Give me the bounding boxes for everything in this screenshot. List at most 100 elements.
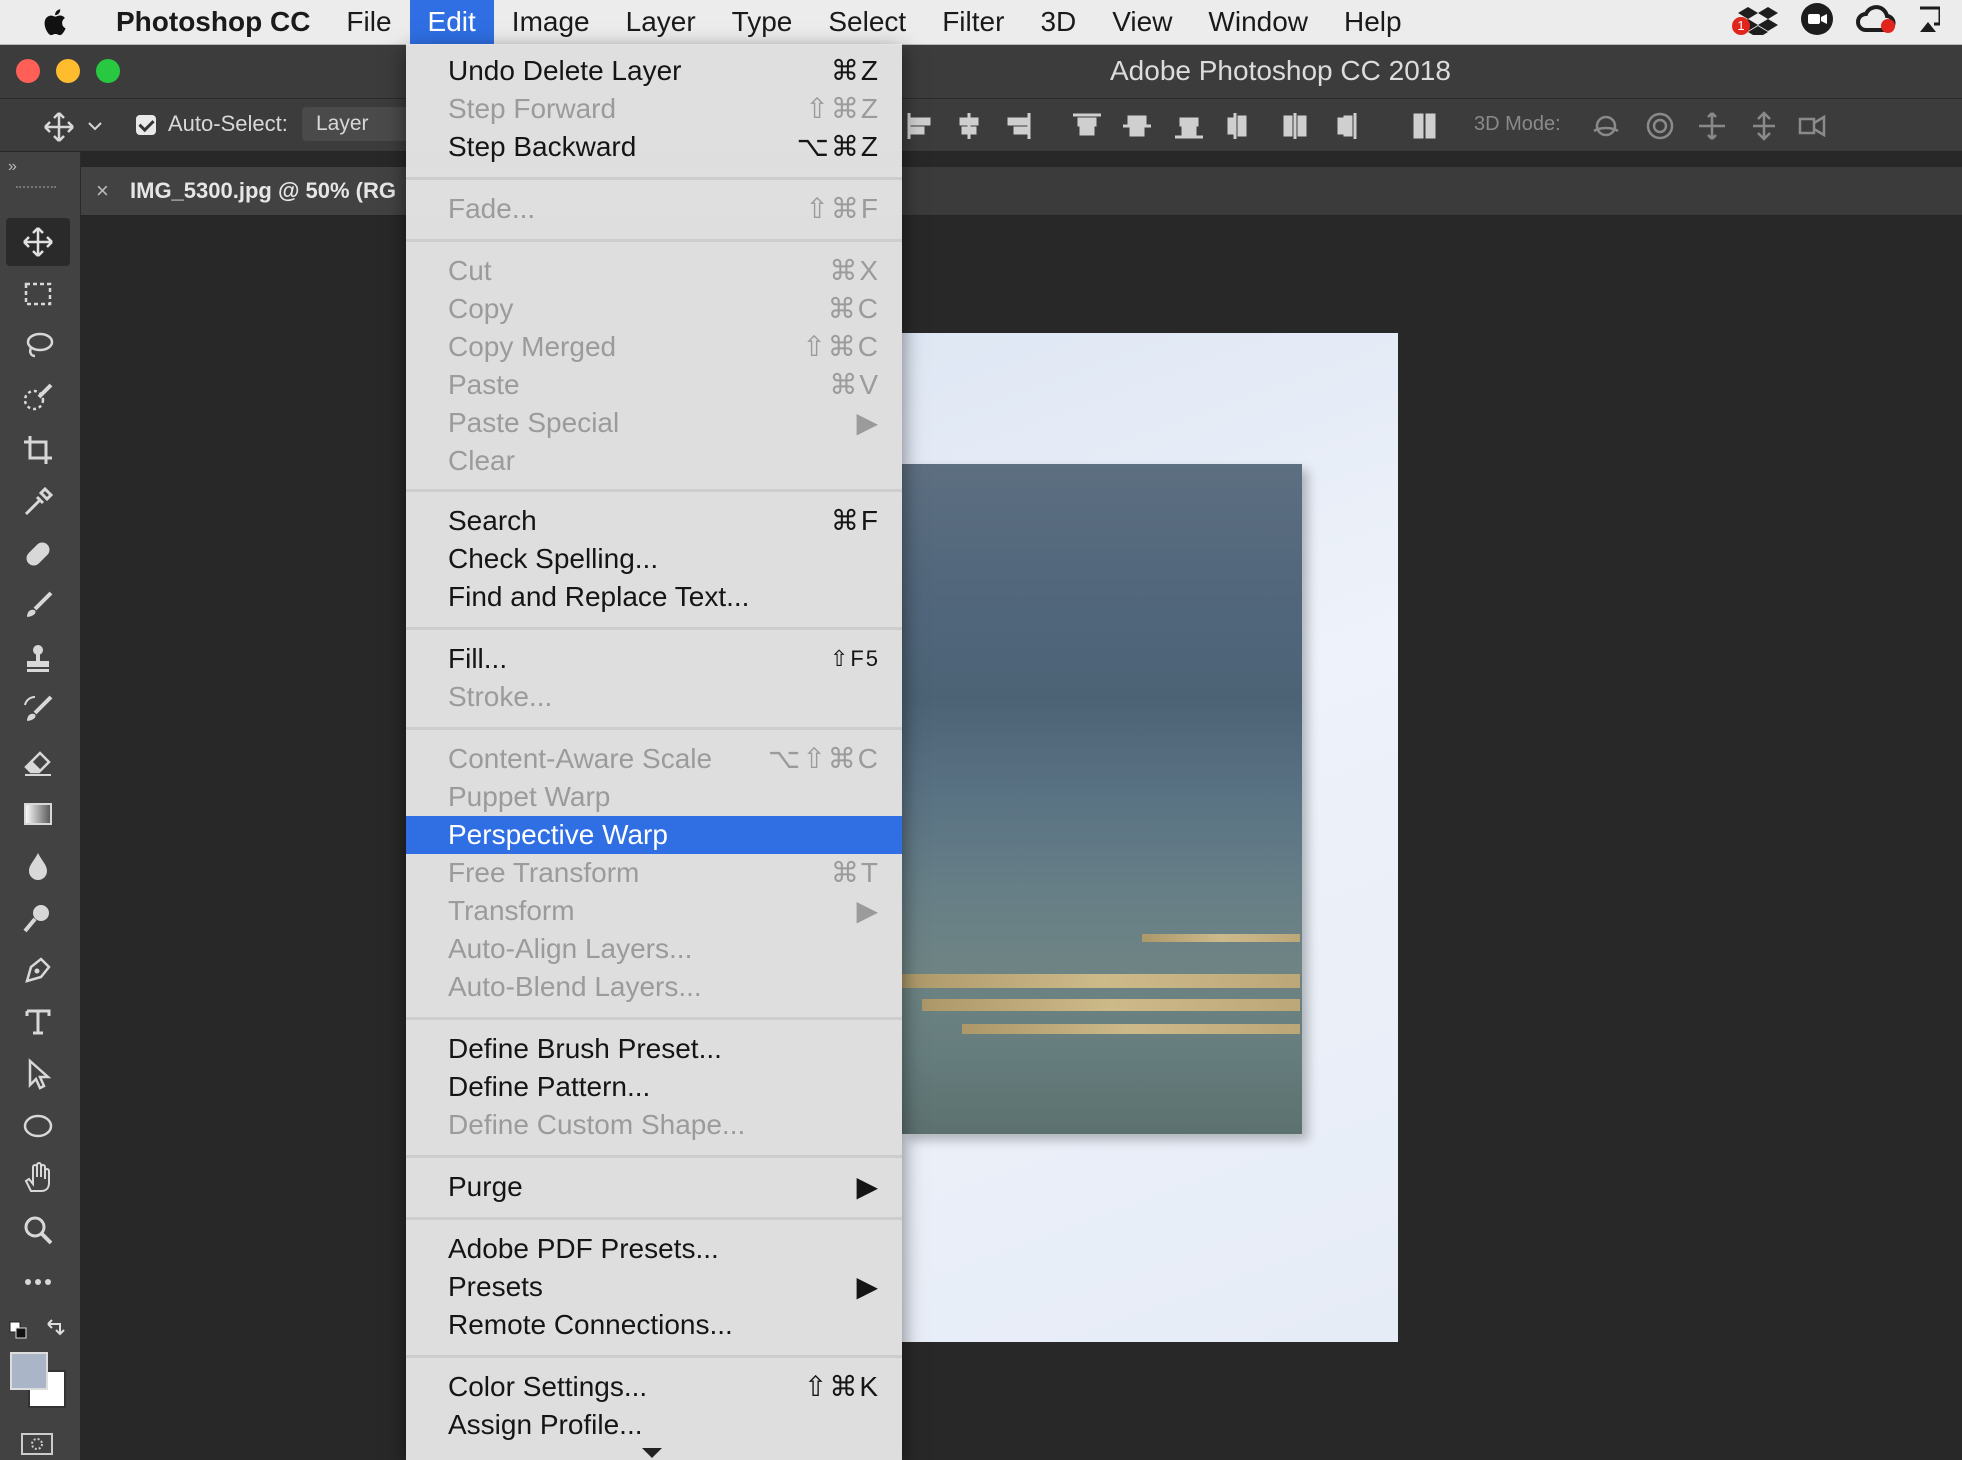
pen-tool[interactable] (6, 946, 70, 994)
gradient-tool[interactable] (6, 790, 70, 838)
quick-mask-icon[interactable] (20, 1432, 54, 1456)
menu-item-shortcut: ⌥⇧⌘C (768, 743, 880, 774)
eyedropper-tool[interactable] (6, 478, 70, 526)
menu-item-label: Puppet Warp (448, 781, 611, 812)
toolbox-grip[interactable] (16, 186, 56, 194)
edit-menu-dropdown: Undo Delete Layer ⌘Z Step Forward ⇧⌘Z St… (406, 44, 902, 1460)
menu-filter[interactable]: Filter (924, 0, 1022, 44)
crop-tool[interactable] (6, 426, 70, 474)
healing-brush-tool[interactable] (6, 530, 70, 578)
close-window-button[interactable] (16, 59, 40, 83)
minimize-window-button[interactable] (56, 59, 80, 83)
menu-item-fill[interactable]: Fill... ⇧F5 (406, 640, 902, 678)
brush-tool[interactable] (6, 582, 70, 630)
gold-leaf-stroke (962, 1024, 1300, 1034)
type-tool[interactable] (6, 998, 70, 1046)
zoom-window-button[interactable] (96, 59, 120, 83)
move-tool-preset-icon[interactable] (42, 111, 76, 143)
crop-icon (24, 436, 52, 464)
menu-select[interactable]: Select (810, 0, 924, 44)
menu-item-presets[interactable]: Presets ▶ (406, 1268, 902, 1306)
creative-cloud-icon[interactable] (1856, 2, 1896, 43)
menu-item-label: Presets (448, 1271, 543, 1302)
menu-item-check-spelling[interactable]: Check Spelling... (406, 540, 902, 578)
menu-file[interactable]: File (328, 0, 409, 44)
move-tool[interactable] (6, 218, 70, 266)
menu-item-label: Adobe PDF Presets... (448, 1233, 719, 1264)
drop-icon (29, 853, 47, 880)
gold-leaf-stroke (902, 974, 1300, 988)
more-tools[interactable] (6, 1258, 70, 1306)
chevron-down-icon[interactable] (88, 121, 102, 131)
default-colors-icon[interactable] (8, 1320, 30, 1342)
foreground-color-swatch[interactable] (10, 1352, 48, 1390)
menu-type[interactable]: Type (714, 0, 811, 44)
ellipse-tool[interactable] (6, 1102, 70, 1150)
menu-layer[interactable]: Layer (608, 0, 714, 44)
blur-tool[interactable] (6, 842, 70, 890)
dropbox-icon[interactable]: 1 (1732, 3, 1778, 42)
menu-item-label: Copy Merged (448, 331, 617, 362)
menu-item-label: Step Forward (448, 93, 617, 124)
apple-icon[interactable] (40, 7, 68, 37)
path-selection-tool[interactable] (6, 1050, 70, 1098)
menu-app-name[interactable]: Photoshop CC (90, 0, 328, 44)
arrow-pointer-icon (28, 1058, 52, 1090)
menu-item-define-brush[interactable]: Define Brush Preset... (406, 1030, 902, 1068)
gradient-icon (24, 803, 52, 825)
menu-item-puppet-warp: Puppet Warp (406, 778, 902, 816)
menu-scroll-down-icon[interactable] (642, 1448, 662, 1458)
hand-tool[interactable] (6, 1154, 70, 1202)
menu-item-step-backward[interactable]: Step Backward ⌥⌘Z (406, 128, 902, 166)
menu-item-undo[interactable]: Undo Delete Layer ⌘Z (406, 52, 902, 90)
clone-stamp-tool[interactable] (6, 634, 70, 682)
menu-view[interactable]: View (1094, 0, 1190, 44)
history-brush-tool[interactable] (6, 686, 70, 734)
menu-item-paste: Paste ⌘V (406, 366, 902, 404)
menu-item-purge[interactable]: Purge ▶ (406, 1168, 902, 1206)
menu-item-label: Transform (448, 895, 575, 926)
menu-item-shortcut: ⌘Z (830, 55, 880, 86)
auto-select-checkbox[interactable] (136, 115, 156, 135)
dodge-tool[interactable] (6, 894, 70, 942)
marquee-tool[interactable] (6, 270, 70, 318)
align-distribute-icons[interactable] (905, 109, 1465, 143)
status-area: 1 (1732, 0, 1962, 44)
menu-item-remote-connections[interactable]: Remote Connections... (406, 1306, 902, 1344)
window-title: Adobe Photoshop CC 2018 (1110, 55, 1451, 86)
menu-item-color-settings[interactable]: Color Settings... ⇧⌘K (406, 1368, 902, 1406)
document-tab[interactable]: × IMG_5300.jpg @ 50% (RG (80, 167, 410, 215)
auto-select-target-dropdown[interactable]: Layer (302, 107, 412, 141)
hand-icon (24, 1162, 50, 1192)
submenu-arrow-icon: ▶ (856, 1271, 880, 1302)
facetime-icon[interactable] (1800, 2, 1834, 43)
menu-item-perspective-warp[interactable]: Perspective Warp (406, 816, 902, 854)
menu-separator (406, 627, 902, 630)
collapse-panel-icon[interactable]: » (8, 158, 17, 176)
3d-mode-icons[interactable] (1588, 109, 1828, 143)
quick-selection-tool[interactable] (6, 374, 70, 422)
close-tab-icon[interactable]: × (96, 167, 109, 215)
menu-item-define-pattern[interactable]: Define Pattern... (406, 1068, 902, 1106)
menu-image[interactable]: Image (494, 0, 608, 44)
eraser-tool[interactable] (6, 738, 70, 786)
menu-item-shortcut: ⇧⌘K (803, 1371, 880, 1402)
zoom-icon (24, 1216, 53, 1245)
menu-item-search[interactable]: Search ⌘F (406, 502, 902, 540)
menu-item-label: Paste Special (448, 407, 620, 438)
menu-item-find-replace[interactable]: Find and Replace Text... (406, 578, 902, 616)
menu-item-assign-profile[interactable]: Assign Profile... (406, 1406, 902, 1444)
menu-edit[interactable]: Edit (409, 0, 494, 44)
airplay-icon[interactable] (1918, 4, 1942, 41)
menu-item-shortcut: ⇧⌘F (805, 193, 880, 224)
zoom-tool[interactable] (6, 1206, 70, 1254)
lasso-tool[interactable] (6, 322, 70, 370)
menu-3d[interactable]: 3D (1022, 0, 1094, 44)
swap-colors-icon[interactable] (44, 1318, 66, 1340)
menu-item-clear: Clear (406, 442, 902, 480)
menu-item-label: Assign Profile... (448, 1409, 643, 1440)
menu-window[interactable]: Window (1190, 0, 1326, 44)
menu-item-pdf-presets[interactable]: Adobe PDF Presets... (406, 1230, 902, 1268)
menu-item-shortcut: ⌘F (830, 505, 880, 536)
menu-help[interactable]: Help (1326, 0, 1420, 44)
